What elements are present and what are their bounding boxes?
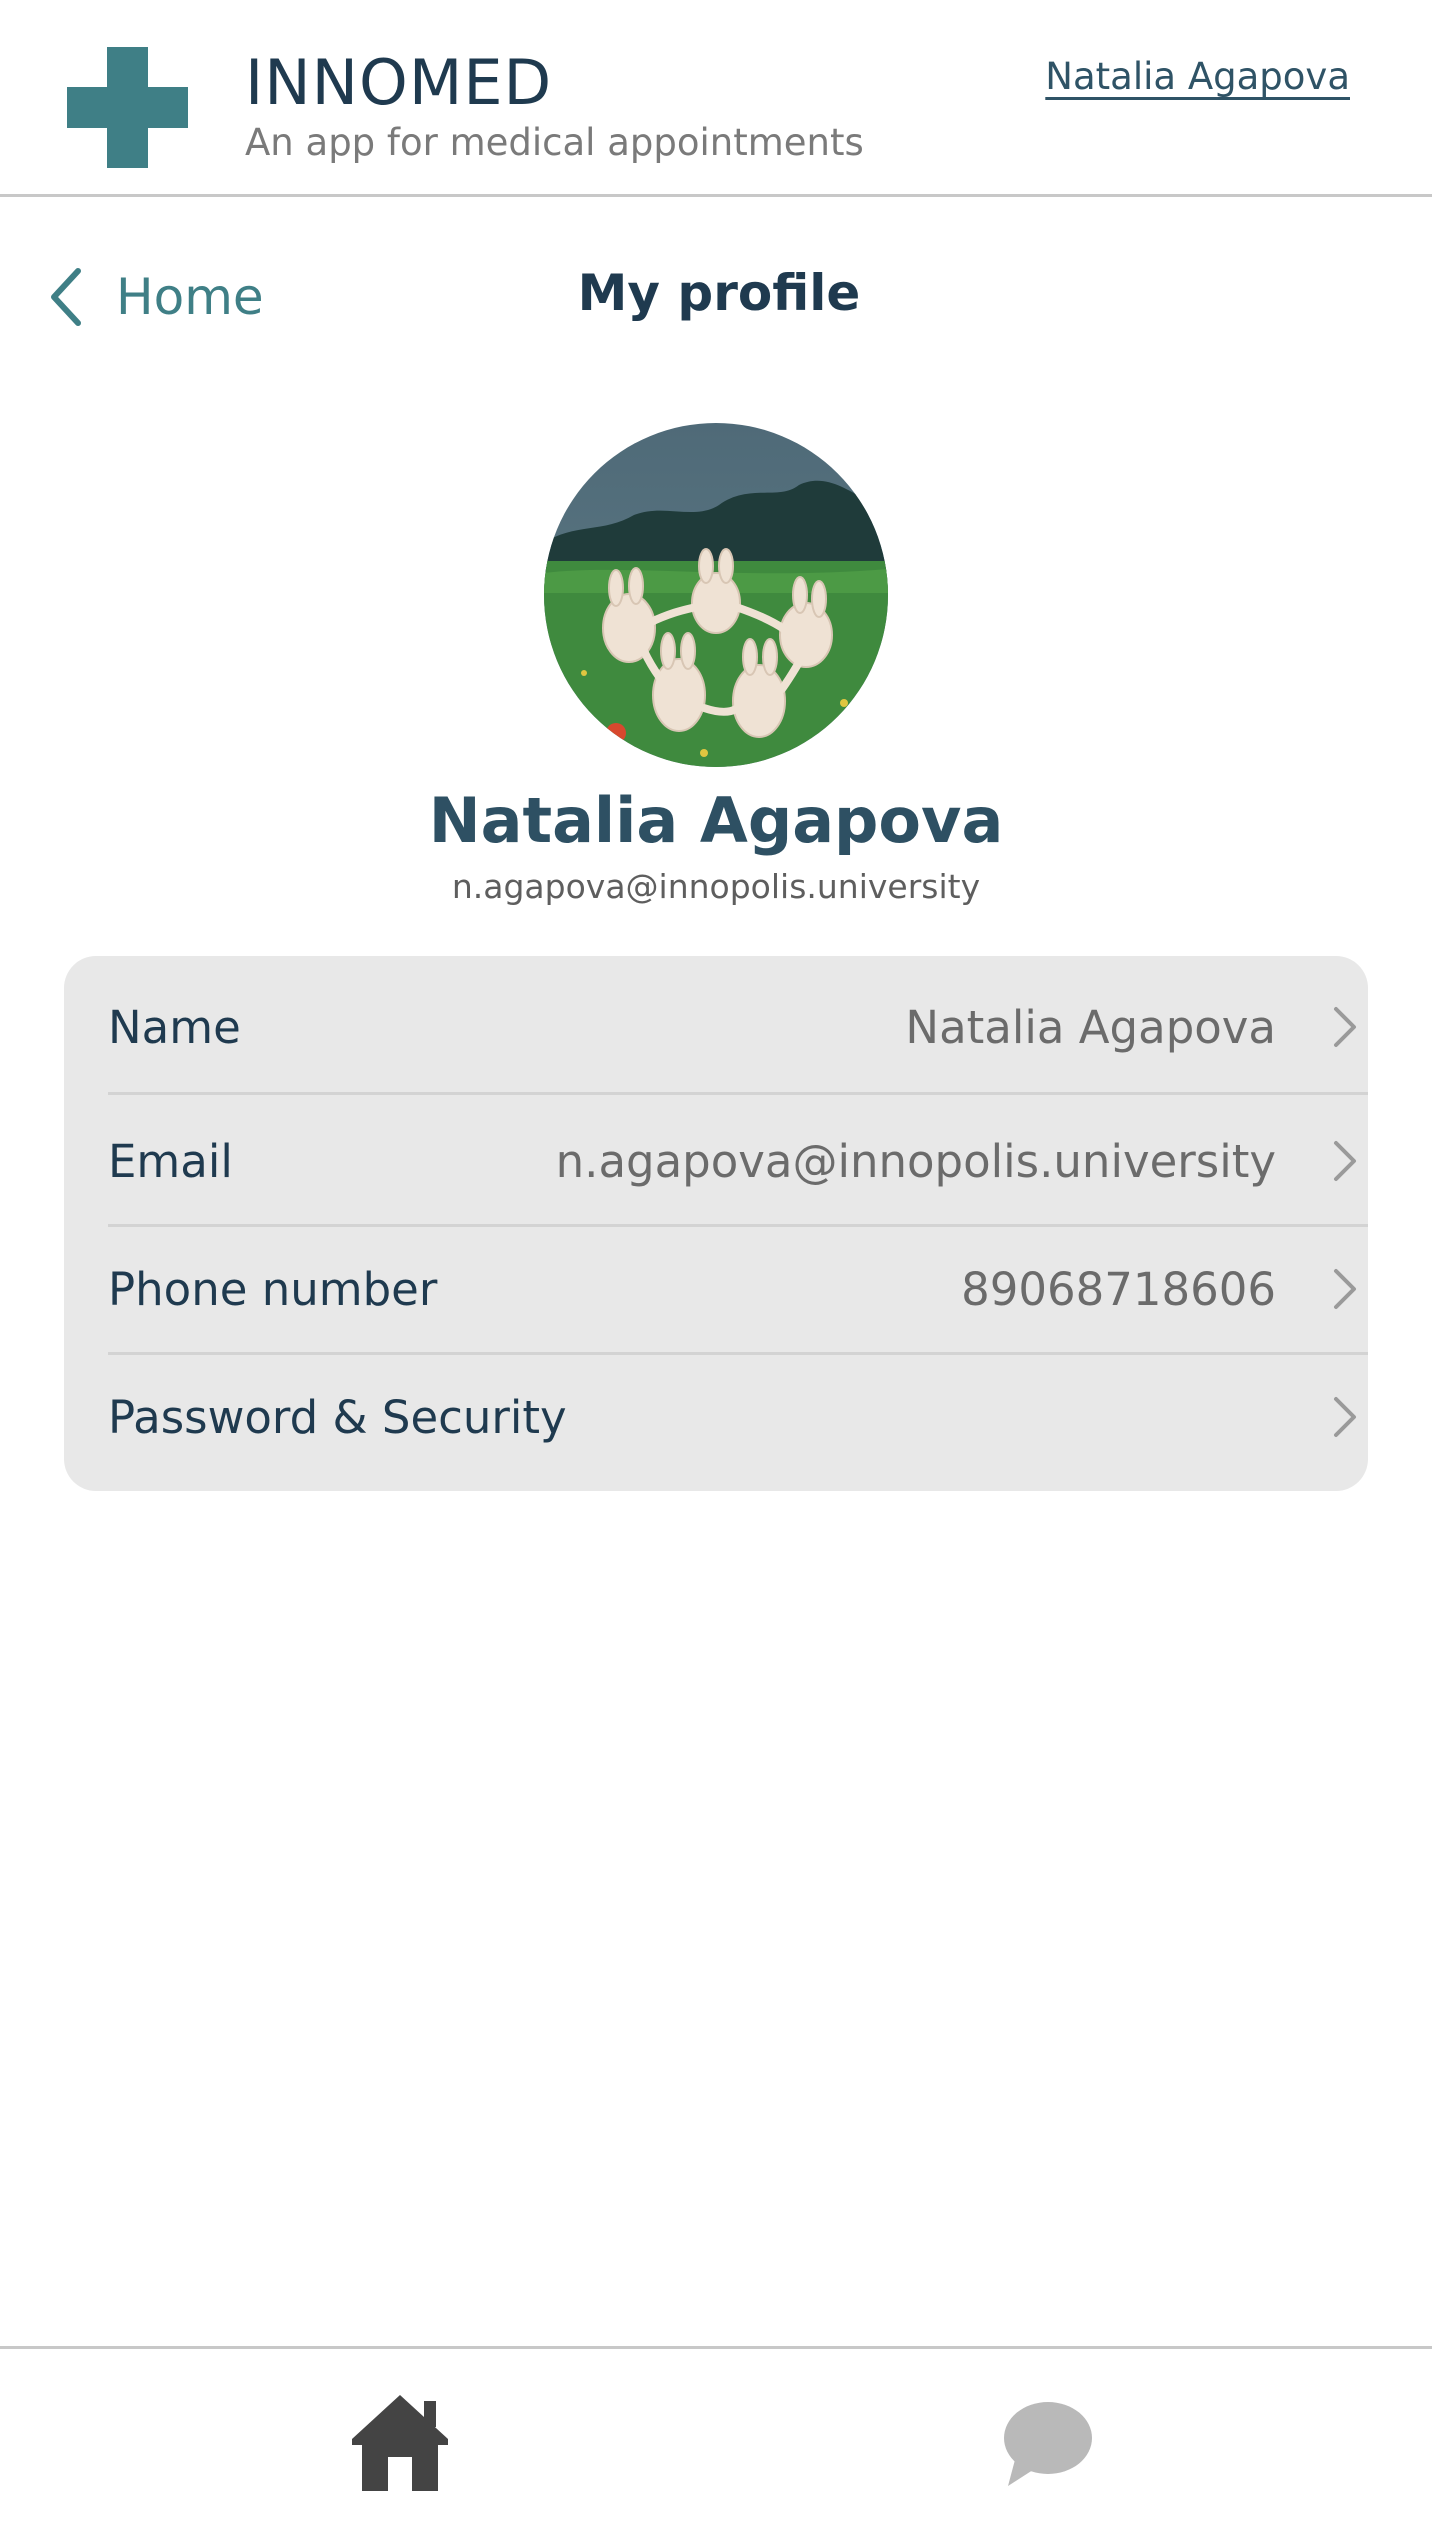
row-label: Name [108,1000,241,1054]
user-name-link[interactable]: Natalia Agapova [1045,58,1350,95]
app-tagline: An app for medical appointments [245,121,864,164]
chevron-right-icon [1334,1269,1356,1309]
row-divider [108,1224,1368,1227]
page-title: My profile [577,264,861,322]
home-icon[interactable] [348,2393,452,2493]
row-label: Phone number [108,1262,438,1316]
row-label: Email [108,1134,233,1188]
avatar[interactable] [544,423,888,767]
row-divider [108,1092,1368,1095]
settings-row-phone[interactable]: Phone number 89068718606 [108,1260,1358,1318]
chevron-right-icon [1334,1007,1356,1047]
profile-email: n.agapova@innopolis.university [451,867,981,906]
medical-cross-icon [67,47,188,168]
profile-screen: INNOMED An app for medical appointments … [0,0,1432,2540]
avatar-image [544,423,888,767]
row-value: n.agapova@innopolis.university [555,1134,1276,1188]
settings-row-password-security[interactable]: Password & Security [108,1388,1358,1446]
profile-name: Natalia Agapova [428,784,1004,857]
settings-row-email[interactable]: Email n.agapova@innopolis.university [108,1132,1358,1190]
app-name: INNOMED [245,46,553,119]
settings-row-name[interactable]: Name Natalia Agapova [108,998,1358,1056]
row-divider [108,1352,1368,1355]
chevron-right-icon [1334,1397,1356,1437]
chat-bubble-icon[interactable] [1002,2398,1094,2490]
profile-settings-card: Name Natalia Agapova Email n.agapova@inn… [64,956,1368,1491]
row-label: Password & Security [108,1390,567,1444]
row-value: 89068718606 [961,1262,1276,1316]
chevron-right-icon [1334,1141,1356,1181]
bottom-tab-bar [0,2346,1432,2540]
app-header: INNOMED An app for medical appointments … [0,0,1432,197]
row-value: Natalia Agapova [905,1000,1276,1054]
